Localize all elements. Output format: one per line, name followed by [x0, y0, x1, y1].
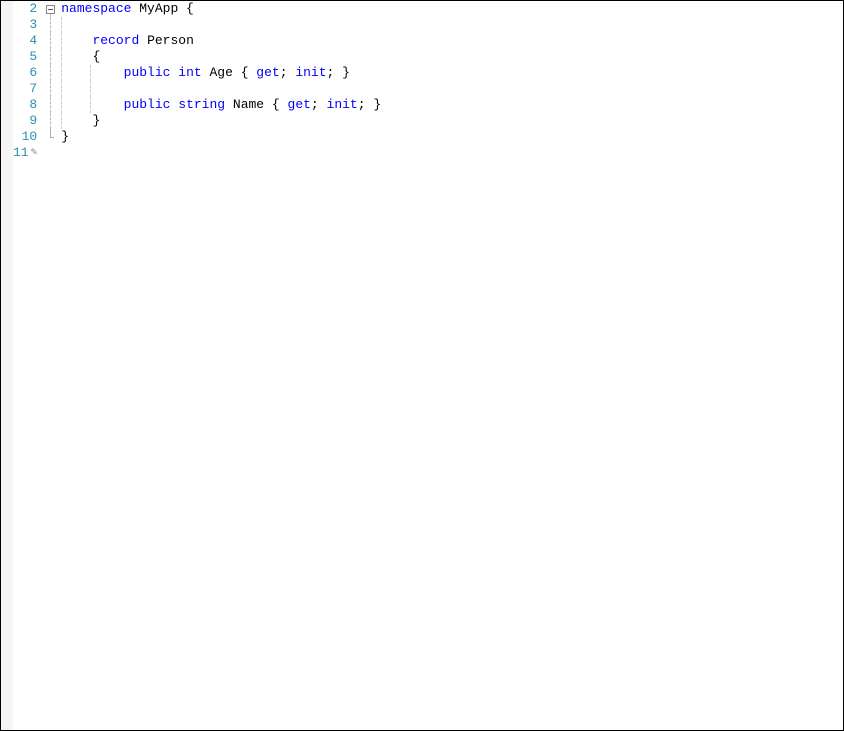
fold-row: [43, 33, 57, 49]
code-token: record: [92, 33, 139, 49]
fold-column: [43, 1, 57, 730]
indent-guide: [90, 97, 91, 113]
editor-margin: [1, 1, 13, 730]
code-token: get: [256, 65, 279, 81]
code-token: ;: [280, 65, 296, 81]
fold-line: [50, 33, 51, 49]
code-line[interactable]: [61, 81, 843, 97]
fold-end: [50, 137, 54, 138]
code-area[interactable]: namespace MyApp { record Person { public…: [57, 1, 843, 730]
code-token: MyApp {: [131, 1, 193, 17]
fold-row: [43, 17, 57, 33]
code-line[interactable]: }: [61, 129, 843, 145]
indent-guide: [90, 81, 91, 97]
fold-line: [50, 129, 51, 137]
line-number: 4: [13, 33, 37, 49]
fold-line: [50, 49, 51, 65]
fold-line: [50, 81, 51, 97]
code-token: Name {: [225, 97, 287, 113]
indent-guide: [90, 65, 91, 81]
line-number: 9: [13, 113, 37, 129]
code-token: namespace: [61, 1, 131, 17]
code-token: }: [61, 113, 100, 129]
code-line[interactable]: namespace MyApp {: [61, 1, 843, 17]
code-token: public: [124, 97, 171, 113]
code-line[interactable]: public string Name { get; init; }: [61, 97, 843, 113]
code-token: init: [327, 97, 358, 113]
code-editor[interactable]: 234567891011✎ namespace MyApp { record P…: [1, 1, 843, 730]
fold-line: [50, 65, 51, 81]
indent-guide: [61, 33, 62, 49]
line-number-gutter: 234567891011✎: [13, 1, 43, 730]
code-token: }: [61, 129, 69, 145]
code-token: ; }: [358, 97, 381, 113]
fold-row: [43, 65, 57, 81]
indent-guide: [61, 81, 62, 97]
code-token: int: [178, 65, 201, 81]
line-number: 3: [13, 17, 37, 33]
code-line[interactable]: {: [61, 49, 843, 65]
pencil-icon: ✎: [31, 145, 38, 161]
code-token: ; }: [327, 65, 350, 81]
line-number: 10: [13, 129, 37, 145]
code-token: Person: [139, 33, 194, 49]
code-line[interactable]: record Person: [61, 33, 843, 49]
fold-row: [43, 49, 57, 65]
code-line[interactable]: [61, 145, 843, 161]
fold-row: [43, 145, 57, 161]
fold-row: [43, 97, 57, 113]
fold-row: [43, 81, 57, 97]
indent-guide: [61, 97, 62, 113]
line-number: 8: [13, 97, 37, 113]
code-token: Age {: [202, 65, 257, 81]
code-token: [61, 97, 123, 113]
fold-row: [43, 1, 57, 17]
code-line[interactable]: public int Age { get; init; }: [61, 65, 843, 81]
fold-row: [43, 129, 57, 145]
code-token: [61, 65, 123, 81]
code-token: [170, 97, 178, 113]
code-token: public: [124, 65, 171, 81]
fold-toggle-icon[interactable]: [46, 5, 55, 14]
code-token: ;: [311, 97, 327, 113]
code-token: {: [61, 49, 100, 65]
fold-line: [50, 97, 51, 113]
code-line[interactable]: }: [61, 113, 843, 129]
code-token: [61, 33, 92, 49]
line-number: 7: [13, 81, 37, 97]
line-number: 5: [13, 49, 37, 65]
line-number: 2: [13, 1, 37, 17]
code-token: [170, 65, 178, 81]
code-line[interactable]: [61, 17, 843, 33]
fold-row: [43, 113, 57, 129]
indent-guide: [61, 65, 62, 81]
fold-line: [50, 17, 51, 33]
code-token: init: [295, 65, 326, 81]
code-token: string: [178, 97, 225, 113]
fold-line: [50, 113, 51, 129]
line-number: 11✎: [13, 145, 37, 161]
indent-guide: [61, 113, 62, 129]
indent-guide: [61, 17, 62, 33]
indent-guide: [61, 49, 62, 65]
line-number: 6: [13, 65, 37, 81]
code-token: get: [288, 97, 311, 113]
